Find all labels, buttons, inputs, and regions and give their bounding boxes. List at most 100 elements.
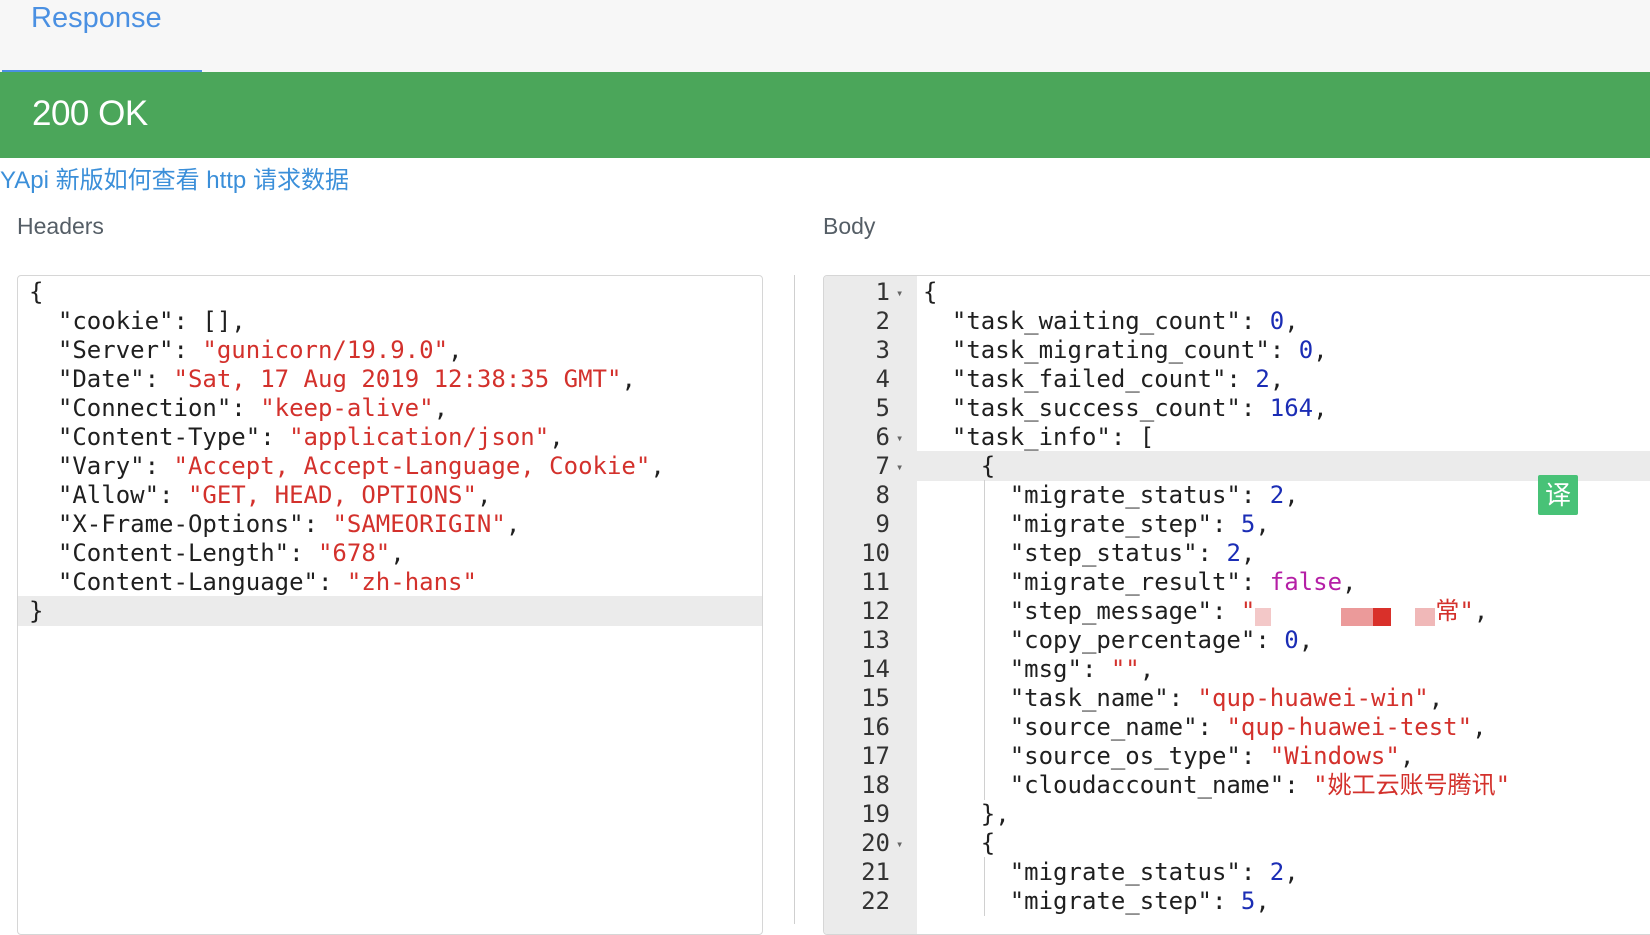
line-number: 3 <box>875 336 890 364</box>
code-line: 8 "migrate_status": 2, <box>824 480 1650 510</box>
code-token: "migrate_status": <box>923 481 1270 509</box>
code-token: "Sat, 17 Aug 2019 12:38:35 GMT" <box>173 365 622 393</box>
code-token: 2 <box>1255 365 1270 393</box>
fold-toggle-icon[interactable]: ▾ <box>896 452 903 482</box>
line-number: 11 <box>861 568 890 596</box>
code-token: , <box>476 481 492 509</box>
code-token: "task_success_count": <box>923 394 1270 422</box>
code-token: , <box>1284 307 1299 335</box>
code-token: "task_info": [ <box>923 423 1155 451</box>
code-line: 15 "task_name": "qup-huawei-win", <box>824 683 1650 713</box>
code-token: "application/json" <box>289 423 550 451</box>
code-line: "Server": "gunicorn/19.9.0", <box>18 335 762 365</box>
line-number: 4 <box>875 365 890 393</box>
code-token: "migrate_step": <box>923 510 1241 538</box>
code-token: "cloudaccount_name": <box>923 771 1314 799</box>
code-line: 17 "source_os_type": "Windows", <box>824 741 1650 771</box>
line-number: 10 <box>861 539 890 567</box>
line-number: 17 <box>861 742 890 770</box>
code-token: "GET, HEAD, OPTIONS" <box>187 481 477 509</box>
code-line: "cookie": [], <box>18 306 762 336</box>
code-token: "qup-huawei-win" <box>1197 684 1429 712</box>
translate-button[interactable]: 译 <box>1538 475 1578 515</box>
code-token: "task_failed_count": <box>923 365 1256 393</box>
code-line: "Content-Language": "zh-hans" <box>18 567 762 597</box>
code-token: 5 <box>1240 510 1256 538</box>
line-number: 15 <box>861 684 890 712</box>
code-line: 16 "source_name": "qup-huawei-test", <box>824 712 1650 742</box>
code-token: , <box>1269 365 1285 393</box>
body-editor[interactable]: 1 ▾{2 "task_waiting_count": 0, 3 "task_mig… <box>823 275 1650 935</box>
code-token: { <box>29 278 44 306</box>
code-token: "Windows" <box>1269 742 1400 770</box>
status-banner: 200 OK <box>0 72 1650 158</box>
code-token: "Server": <box>29 336 203 364</box>
code-token: , <box>505 510 521 538</box>
code-line: "Vary": "Accept, Accept-Language, Cookie… <box>18 451 762 481</box>
help-link[interactable]: YApi 新版如何查看 http 请求数据 <box>0 160 349 195</box>
code-line: 1 ▾ { <box>824 277 1650 307</box>
code-token: "task_migrating_count": <box>923 336 1299 364</box>
line-number: 19 <box>861 800 890 828</box>
code-token: "step_message": <box>923 597 1241 625</box>
line-number: 20 <box>861 829 890 857</box>
line-number: 12 <box>861 597 890 625</box>
code-line: 21 "migrate_status": 2, <box>824 857 1650 887</box>
code-token: "migrate_step": <box>923 887 1241 915</box>
line-number: 7 <box>875 452 890 480</box>
code-token: "Accept, Accept-Language, Cookie" <box>173 452 651 480</box>
fold-toggle-icon[interactable]: ▾ <box>896 278 903 308</box>
line-number: 18 <box>861 771 890 799</box>
tab-response[interactable]: Response <box>2 0 202 73</box>
code-line: 3 "task_migrating_count": 0, <box>824 335 1650 365</box>
code-line: 18 "cloudaccount_name": "姚工云账号腾讯" <box>824 770 1650 800</box>
code-token: 0 <box>1284 626 1299 654</box>
code-line: 9 "migrate_step": 5, <box>824 509 1650 539</box>
code-token: } <box>29 597 44 625</box>
line-number: 14 <box>861 655 890 683</box>
code-token: 0 <box>1298 336 1314 364</box>
code-token: "zh-hans" <box>346 568 477 596</box>
code-token: 常" <box>1435 597 1474 625</box>
code-token: "copy_percentage": <box>923 626 1285 654</box>
line-number: 5 <box>875 394 890 422</box>
code-token: 5 <box>1240 887 1256 915</box>
line-number: 22 <box>861 887 890 915</box>
code-token: , <box>1255 887 1270 915</box>
fold-toggle-icon[interactable]: ▾ <box>896 829 903 859</box>
line-number: 6 <box>875 423 890 451</box>
code-line: { <box>18 277 762 307</box>
code-token: 2 <box>1226 539 1241 567</box>
code-token: false <box>1269 568 1343 596</box>
code-token: 164 <box>1269 394 1314 422</box>
code-line: "Allow": "GET, HEAD, OPTIONS", <box>18 480 762 510</box>
code-line: 2 "task_waiting_count": 0, <box>824 306 1650 336</box>
headers-editor[interactable]: { "cookie": [], "Server": "gunicorn/19.9… <box>17 275 763 935</box>
code-token: , <box>1342 568 1357 596</box>
code-token: "task_waiting_count": <box>923 307 1270 335</box>
line-number: 9 <box>875 510 890 538</box>
code-token: , <box>1313 336 1328 364</box>
panel-divider[interactable] <box>794 275 795 924</box>
code-token: "step_status": <box>923 539 1227 567</box>
code-token: , <box>1313 394 1328 422</box>
code-line: 7 ▾ { <box>824 451 1650 481</box>
code-token: "678" <box>317 539 391 567</box>
code-token: , <box>433 394 449 422</box>
code-line: "Connection": "keep-alive", <box>18 393 762 423</box>
code-token: 2 <box>1269 481 1285 509</box>
code-token: , <box>1284 858 1299 886</box>
line-number: 13 <box>861 626 890 654</box>
code-line: "Date": "Sat, 17 Aug 2019 12:38:35 GMT", <box>18 364 762 394</box>
code-token: , <box>1399 742 1415 770</box>
code-line: 20 ▾ { <box>824 828 1650 858</box>
line-number: 8 <box>875 481 890 509</box>
line-number: 21 <box>861 858 890 886</box>
body-label: Body <box>823 213 876 239</box>
code-line: "Content-Length": "678", <box>18 538 762 568</box>
fold-toggle-icon[interactable]: ▾ <box>896 423 903 453</box>
code-token: , <box>1472 713 1487 741</box>
code-token: "task_name": <box>923 684 1198 712</box>
code-token: , <box>650 452 665 480</box>
code-token: "qup-huawei-test" <box>1226 713 1473 741</box>
